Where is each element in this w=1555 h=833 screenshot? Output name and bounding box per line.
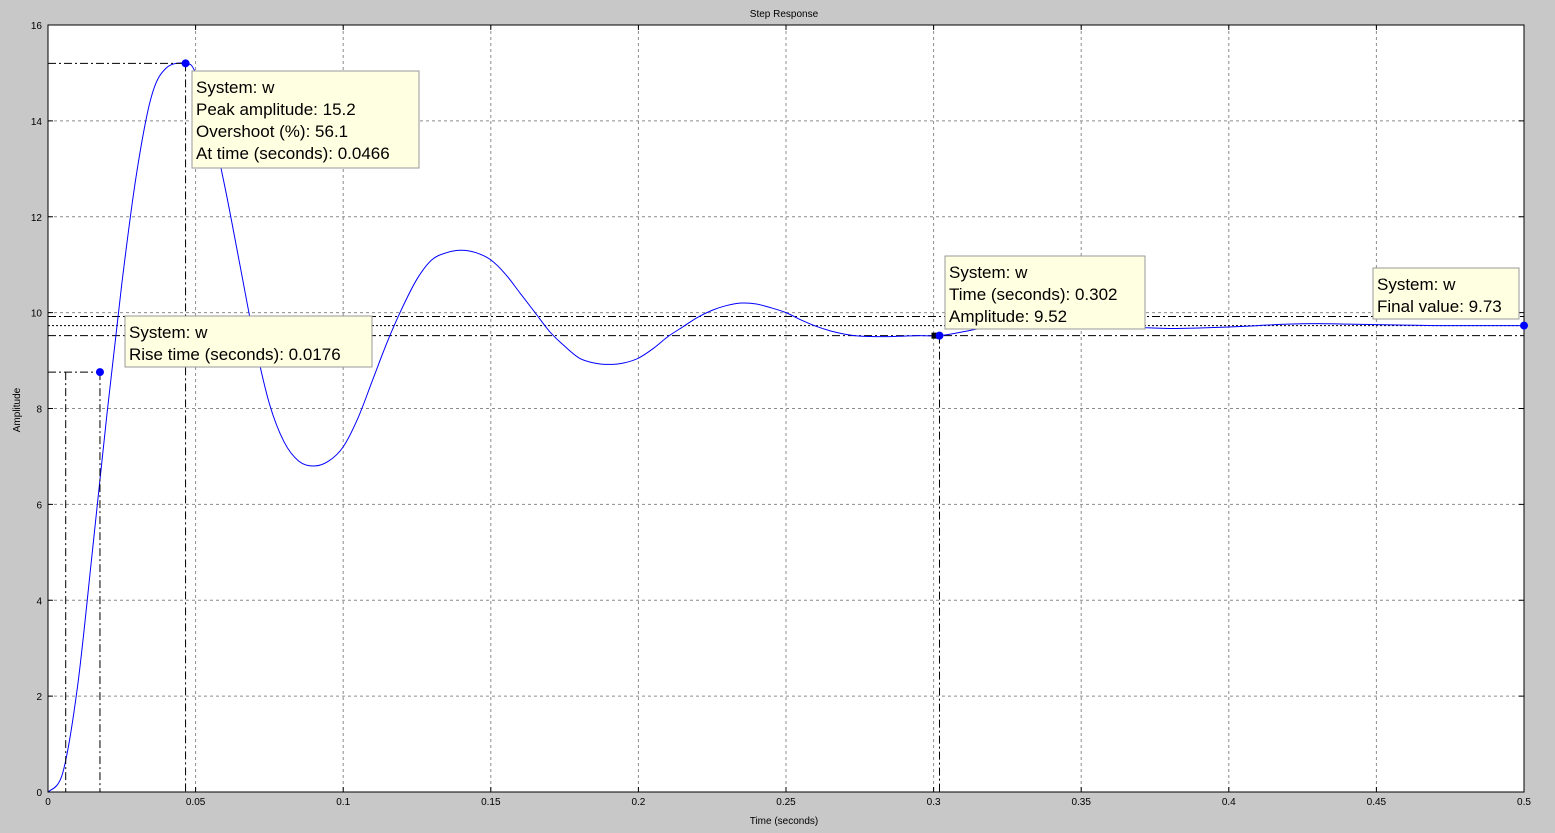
final-marker-dot	[1520, 321, 1528, 330]
y-tick-label: 16	[31, 21, 43, 32]
settling-marker-dot	[935, 331, 944, 340]
datatip-line: Amplitude: 9.52	[949, 307, 1067, 326]
step-response-figure: 0 0.05 0.1 0.15 0.2 0.25 0.3 0.35 0.4 0.45 0.5 0 2 4 6…	[12, 9, 1531, 827]
y-tick-label: 8	[36, 405, 42, 416]
y-axis-label: Amplitude	[12, 387, 23, 432]
final-datatip: System: w Final value: 9.73	[1372, 267, 1520, 320]
x-tick-label: 0.35	[1071, 797, 1091, 808]
datatip-line: System: w	[129, 323, 208, 342]
x-tick-label: 0.3	[927, 797, 941, 808]
y-tick-label: 0	[36, 788, 42, 799]
datatip-line: System: w	[196, 78, 275, 97]
datatip-line: System: w	[1377, 275, 1456, 294]
x-tick-label: 0.4	[1222, 797, 1236, 808]
y-tick-label: 4	[36, 596, 42, 607]
datatip-line: Overshoot (%): 56.1	[196, 122, 348, 141]
x-tick-label: 0.2	[631, 797, 645, 808]
x-tick-label: 0.15	[481, 797, 501, 808]
y-tick-label: 10	[31, 309, 43, 320]
x-tick-label: 0.25	[776, 797, 796, 808]
x-tick-label: 0.1	[336, 797, 350, 808]
y-tick-label: 12	[31, 213, 43, 224]
peak-marker-dot	[181, 59, 190, 68]
x-tick-label: 0.05	[186, 797, 206, 808]
y-tick-label: 6	[36, 500, 42, 511]
x-tick-label: 0	[45, 797, 51, 808]
rise-datatip: System: w Rise time (seconds): 0.0176	[124, 315, 373, 368]
x-axis-label: Time (seconds)	[750, 816, 819, 827]
x-tick-label: 0.5	[1517, 797, 1531, 808]
y-tick-label: 2	[36, 692, 42, 703]
y-tick-label: 14	[31, 117, 43, 128]
settling-datatip: System: w Time (seconds): 0.302 Amplitude:…	[944, 255, 1146, 330]
rise-marker-dot	[95, 368, 104, 377]
peak-datatip: System: w Peak amplitude: 15.2 Overshoot (…	[191, 70, 420, 169]
datatip-line: System: w	[949, 263, 1028, 282]
x-tick-label: 0.45	[1367, 797, 1387, 808]
datatip-line: Peak amplitude: 15.2	[196, 100, 356, 119]
datatip-line: Rise time (seconds): 0.0176	[129, 345, 341, 364]
datatip-line: At time (seconds): 0.0466	[196, 144, 390, 163]
chart-title: Step Response	[750, 9, 819, 20]
datatip-line: Final value: 9.73	[1377, 297, 1502, 316]
datatip-line: Time (seconds): 0.302	[949, 285, 1118, 304]
